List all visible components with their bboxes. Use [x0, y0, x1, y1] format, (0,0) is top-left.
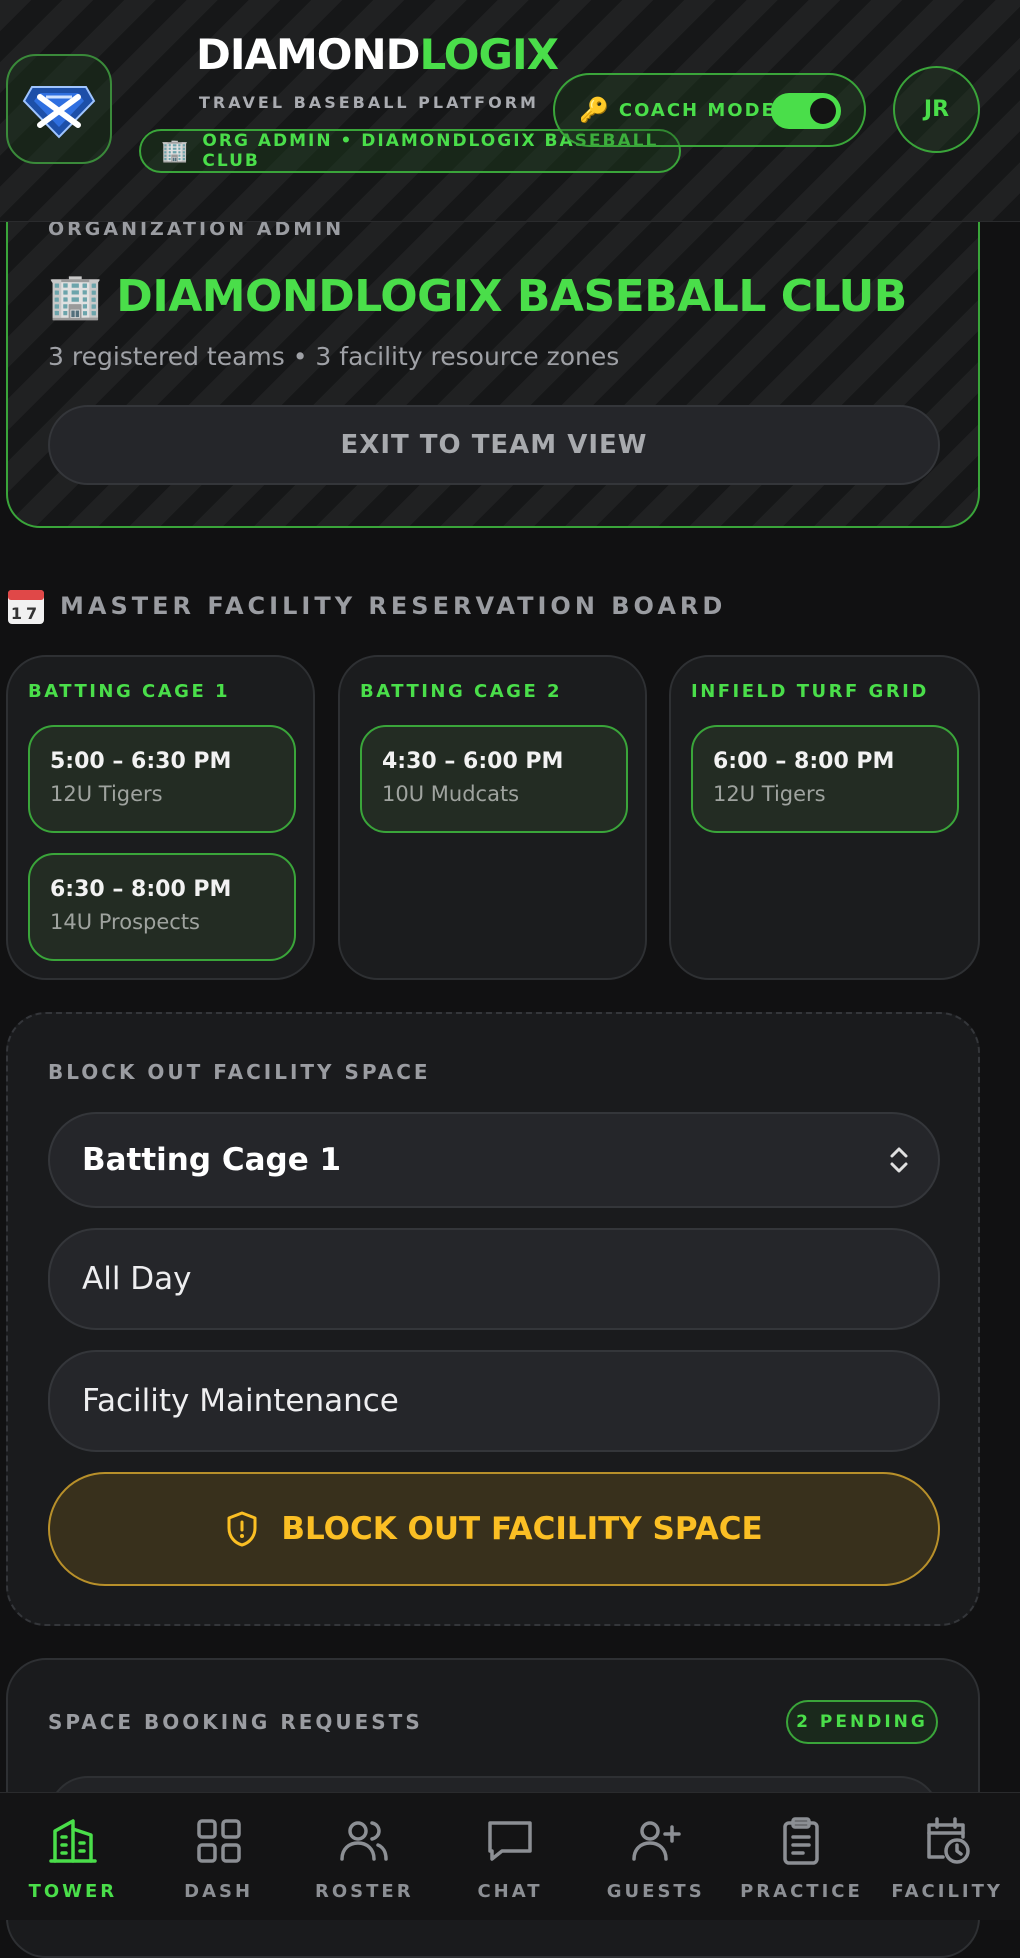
- nav-item-roster[interactable]: ROSTER: [291, 1793, 437, 1920]
- reservation-board-title-text: MASTER FACILITY RESERVATION BOARD: [60, 592, 727, 620]
- shield-alert-icon: [227, 1511, 257, 1547]
- building-icon: [49, 1819, 97, 1863]
- slot-time: 6:30 – 8:00 PM: [50, 877, 232, 902]
- nav-label: ROSTER: [315, 1881, 414, 1902]
- app-header: DIAMONDLOGIX TRAVEL BASEBALL PLATFORM 🏢 …: [0, 0, 1020, 222]
- calendar-clock-icon: [927, 1817, 970, 1864]
- nav-label: TOWER: [28, 1881, 118, 1902]
- nav-item-guests[interactable]: GUESTS: [583, 1793, 729, 1920]
- org-title-text: DIAMONDLOGIX BASEBALL CLUB: [116, 270, 907, 322]
- resource-column-infield-turf-grid: INFIELD TURF GRID 6:00 – 8:00 PM 12U Tig…: [669, 655, 980, 980]
- reason-value: Facility Maintenance: [82, 1383, 399, 1419]
- slot-time: 5:00 – 6:30 PM: [50, 749, 232, 774]
- slot-time: 4:30 – 6:00 PM: [382, 749, 564, 774]
- toggle-knob: [810, 98, 836, 124]
- booking-requests-label: SPACE BOOKING REQUESTS: [48, 1710, 423, 1734]
- chat-icon: [488, 1821, 532, 1861]
- resource-column-title: INFIELD TURF GRID: [691, 681, 929, 702]
- nav-label: FACILITY: [891, 1881, 1003, 1902]
- resource-select-value: Batting Cage 1: [82, 1142, 342, 1178]
- user-plus-icon: [631, 1821, 681, 1861]
- resource-column-batting-cage-1: BATTING CAGE 1 5:00 – 6:30 PM 12U Tigers…: [6, 655, 315, 980]
- slot-time: 6:00 – 8:00 PM: [713, 749, 895, 774]
- bottom-nav: TOWER DASH ROSTER CHAT GUESTS PRACTICE F…: [0, 1792, 1020, 1920]
- calendar-icon-day: 17: [11, 604, 41, 623]
- coach-mode-toggle[interactable]: [771, 93, 841, 129]
- clipboard-icon: [783, 1817, 820, 1865]
- slot-team: 12U Tigers: [713, 782, 826, 806]
- coach-mode-label: COACH MODE: [618, 99, 776, 121]
- nav-label: DASH: [184, 1881, 254, 1902]
- exit-to-team-view-button[interactable]: EXIT TO TEAM VIEW: [48, 405, 940, 485]
- reservation-slot[interactable]: 6:00 – 8:00 PM 12U Tigers: [691, 725, 959, 833]
- resource-select[interactable]: Batting Cage 1: [48, 1112, 940, 1208]
- brand-tagline: TRAVEL BASEBALL PLATFORM: [199, 93, 539, 112]
- chevron-up-down-icon: [890, 1147, 908, 1173]
- resource-column-title: BATTING CAGE 2: [360, 681, 563, 702]
- brand-part-2: LOGIX: [419, 30, 559, 79]
- time-range-field[interactable]: All Day: [48, 1228, 940, 1330]
- brand-part-1: DIAMOND: [196, 30, 421, 79]
- reservation-slot[interactable]: 4:30 – 6:00 PM 10U Mudcats: [360, 725, 628, 833]
- avatar[interactable]: JR: [893, 66, 980, 153]
- resource-column-title: BATTING CAGE 1: [28, 681, 231, 702]
- block-out-label: BLOCK OUT FACILITY SPACE: [48, 1060, 431, 1084]
- nav-label: PRACTICE: [740, 1881, 863, 1902]
- pending-count-badge: 2 PENDING: [786, 1700, 938, 1744]
- nav-item-chat[interactable]: CHAT: [437, 1793, 583, 1920]
- nav-item-practice[interactable]: PRACTICE: [729, 1793, 875, 1920]
- slot-team: 12U Tigers: [50, 782, 163, 806]
- nav-item-facility[interactable]: FACILITY: [874, 1793, 1020, 1920]
- block-out-form: BLOCK OUT FACILITY SPACE Batting Cage 1 …: [6, 1012, 980, 1626]
- reservation-board-title: 17 MASTER FACILITY RESERVATION BOARD: [6, 586, 726, 626]
- nav-label: GUESTS: [606, 1881, 705, 1902]
- diamond-logo-icon: [22, 86, 96, 139]
- slot-team: 14U Prospects: [50, 910, 200, 934]
- block-out-submit-label: BLOCK OUT FACILITY SPACE: [281, 1511, 763, 1547]
- building-icon: 🏢: [48, 271, 103, 322]
- org-summary: 3 registered teams • 3 facility resource…: [48, 342, 620, 371]
- nav-item-dash[interactable]: DASH: [146, 1793, 292, 1920]
- nav-item-tower[interactable]: TOWER: [0, 1793, 146, 1920]
- reservation-slot[interactable]: 5:00 – 6:30 PM 12U Tigers: [28, 725, 296, 833]
- resource-column-batting-cage-2: BATTING CAGE 2 4:30 – 6:00 PM 10U Mudcat…: [338, 655, 647, 980]
- time-range-value: All Day: [82, 1261, 192, 1297]
- coach-mode-control[interactable]: 🔑 COACH MODE: [553, 73, 866, 147]
- org-title: 🏢 DIAMONDLOGIX BASEBALL CLUB: [48, 270, 907, 323]
- grid-icon: [196, 1819, 241, 1863]
- reservation-slot[interactable]: 6:30 – 8:00 PM 14U Prospects: [28, 853, 296, 961]
- brand-wordmark: DIAMONDLOGIX: [196, 30, 559, 79]
- users-icon: [340, 1821, 389, 1861]
- block-out-submit-button[interactable]: BLOCK OUT FACILITY SPACE: [48, 1472, 940, 1586]
- nav-label: CHAT: [477, 1881, 543, 1902]
- key-icon: 🔑: [579, 96, 609, 124]
- calendar-icon: 17: [8, 590, 44, 624]
- building-icon: 🏢: [161, 138, 191, 164]
- slot-team: 10U Mudcats: [382, 782, 520, 806]
- logo[interactable]: [6, 54, 112, 164]
- reason-field[interactable]: Facility Maintenance: [48, 1350, 940, 1452]
